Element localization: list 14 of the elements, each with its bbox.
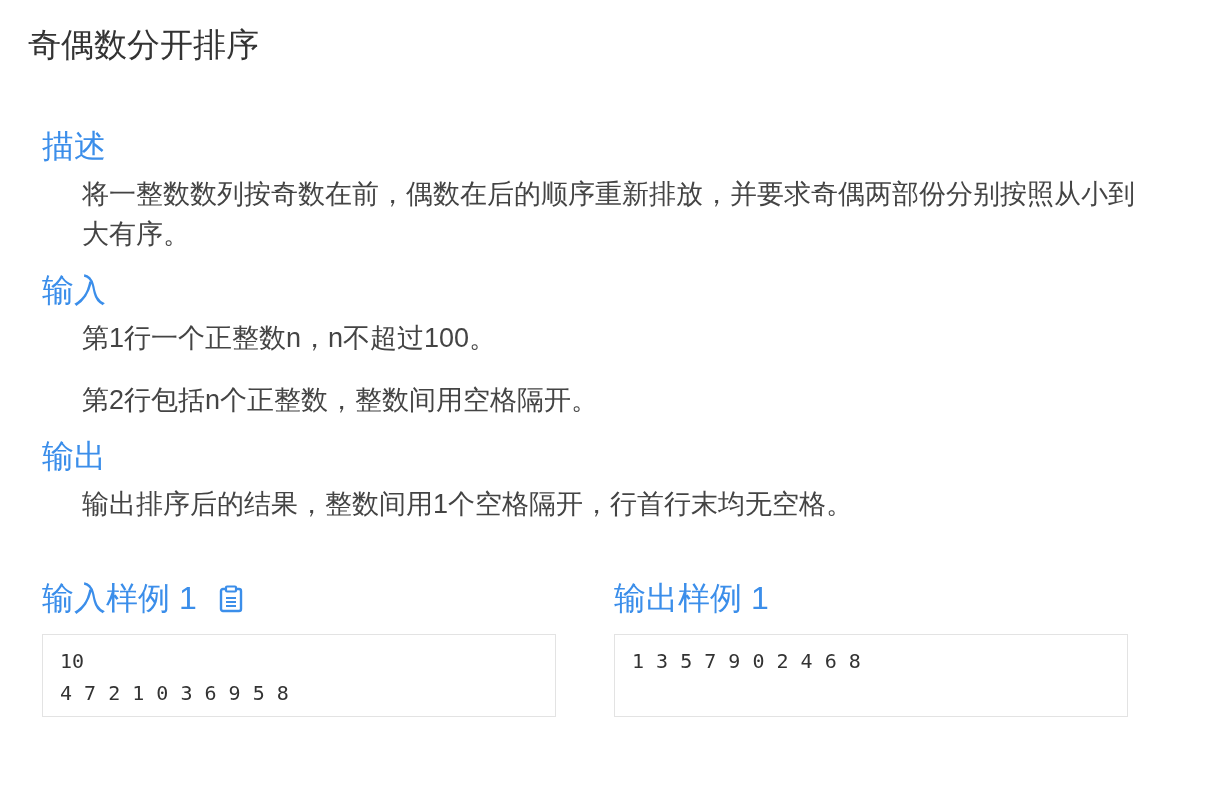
sample-heading: 输入样例 1	[42, 579, 197, 618]
section-heading: 描述	[42, 127, 107, 166]
code-line: 10	[60, 648, 86, 675]
paragraph: 第2行包括n个正整数，整数间用空格隔开。	[82, 384, 600, 417]
section-heading: 输入	[42, 271, 107, 310]
paragraph: 输出排序后的结果，整数间用1个空格隔开，行首行末均无空格。	[82, 488, 855, 521]
paragraph: 将一整数数列按奇数在前，偶数在后的顺序重新排放，并要求奇偶两部份分别按照从小到大有序。	[82, 178, 1136, 251]
code-line: 4 7 2 1 0 3 6 9 5 8	[60, 680, 290, 707]
page-title: 奇偶数分开排序	[28, 25, 260, 65]
paragraph: 第1行一个正整数n，n不超过100。	[82, 322, 498, 355]
section-heading: 输出	[42, 437, 107, 476]
code-line: 1 3 5 7 9 0 2 4 6 8	[632, 648, 862, 675]
sample-heading: 输出样例 1	[614, 579, 769, 618]
clipboard-icon[interactable]	[218, 585, 243, 613]
